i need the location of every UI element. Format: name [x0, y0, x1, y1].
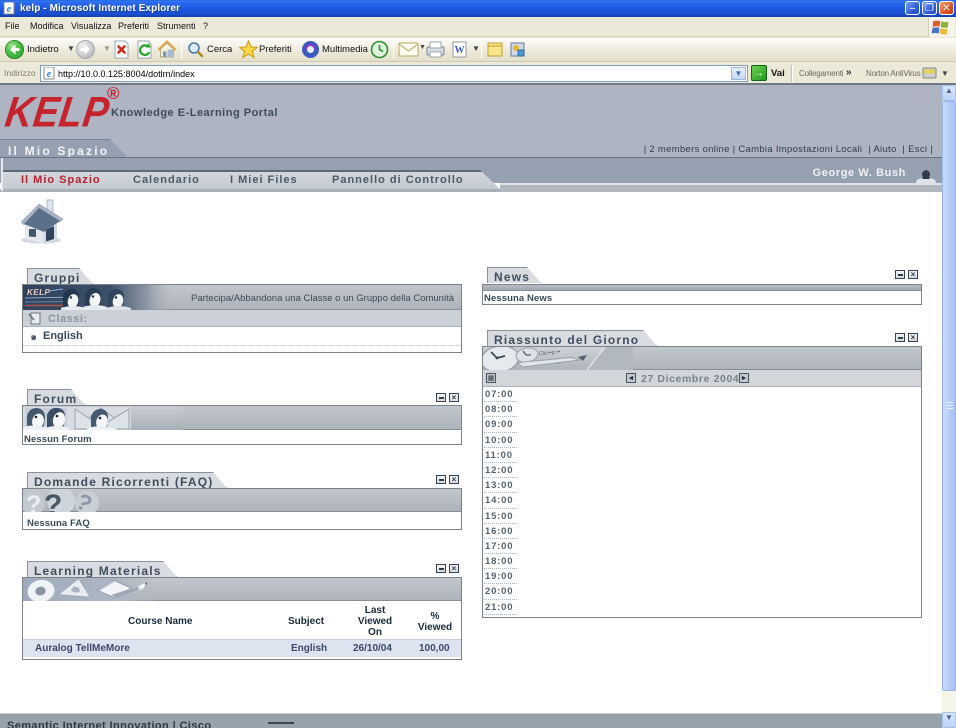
- svg-text:?: ?: [26, 491, 41, 512]
- svg-text:W: W: [455, 45, 465, 56]
- svg-text:e: e: [7, 4, 12, 15]
- svg-text:KELP: KELP: [27, 288, 51, 297]
- svg-text:?: ?: [44, 489, 62, 512]
- svg-text:e: e: [47, 69, 52, 80]
